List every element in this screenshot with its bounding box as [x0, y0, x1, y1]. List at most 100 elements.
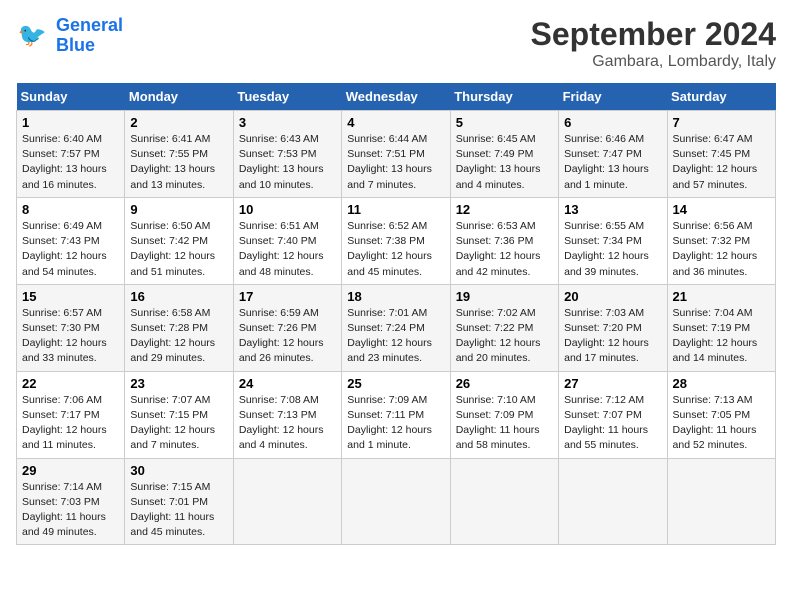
day-info: Sunrise: 6:53 AM Sunset: 7:36 PM Dayligh…: [456, 219, 553, 280]
calendar-cell: 3 Sunrise: 6:43 AM Sunset: 7:53 PM Daylig…: [233, 111, 341, 198]
day-number: 10: [239, 202, 336, 217]
weekday-header-monday: Monday: [125, 83, 233, 111]
day-number: 2: [130, 115, 227, 130]
calendar-cell: [342, 458, 450, 545]
calendar-cell: 22 Sunrise: 7:06 AM Sunset: 7:17 PM Dayli…: [17, 371, 125, 458]
calendar-cell: [667, 458, 775, 545]
calendar-cell: 23 Sunrise: 7:07 AM Sunset: 7:15 PM Dayli…: [125, 371, 233, 458]
calendar-cell: 6 Sunrise: 6:46 AM Sunset: 7:47 PM Daylig…: [559, 111, 667, 198]
weekday-header-wednesday: Wednesday: [342, 83, 450, 111]
day-info: Sunrise: 7:14 AM Sunset: 7:03 PM Dayligh…: [22, 480, 119, 541]
day-info: Sunrise: 7:03 AM Sunset: 7:20 PM Dayligh…: [564, 306, 661, 367]
day-number: 17: [239, 289, 336, 304]
day-info: Sunrise: 7:15 AM Sunset: 7:01 PM Dayligh…: [130, 480, 227, 541]
day-info: Sunrise: 7:06 AM Sunset: 7:17 PM Dayligh…: [22, 393, 119, 454]
day-number: 22: [22, 376, 119, 391]
day-number: 15: [22, 289, 119, 304]
day-info: Sunrise: 6:55 AM Sunset: 7:34 PM Dayligh…: [564, 219, 661, 280]
day-number: 7: [673, 115, 770, 130]
day-number: 4: [347, 115, 444, 130]
day-number: 5: [456, 115, 553, 130]
day-number: 30: [130, 463, 227, 478]
calendar-cell: 18Sunrise: 7:01 AM Sunset: 7:24 PM Dayli…: [342, 284, 450, 371]
day-info: Sunrise: 7:09 AM Sunset: 7:11 PM Dayligh…: [347, 393, 444, 454]
svg-text:🐦: 🐦: [18, 22, 47, 48]
day-number: 1: [22, 115, 119, 130]
logo: 🐦 General Blue: [16, 16, 123, 56]
calendar-cell: 26 Sunrise: 7:10 AM Sunset: 7:09 PM Dayli…: [450, 371, 558, 458]
calendar-cell: 4 Sunrise: 6:44 AM Sunset: 7:51 PM Daylig…: [342, 111, 450, 198]
day-info: Sunrise: 6:40 AM Sunset: 7:57 PM Dayligh…: [22, 132, 119, 193]
day-info: Sunrise: 6:45 AM Sunset: 7:49 PM Dayligh…: [456, 132, 553, 193]
day-number: 14: [673, 202, 770, 217]
weekday-header-sunday: Sunday: [17, 83, 125, 111]
day-info: Sunrise: 6:47 AM Sunset: 7:45 PM Dayligh…: [673, 132, 770, 193]
calendar-cell: 10Sunrise: 6:51 AM Sunset: 7:40 PM Dayli…: [233, 197, 341, 284]
day-info: Sunrise: 6:52 AM Sunset: 7:38 PM Dayligh…: [347, 219, 444, 280]
logo-line2: Blue: [56, 35, 95, 55]
calendar-body: 1 Sunrise: 6:40 AM Sunset: 7:57 PM Daylig…: [17, 111, 776, 545]
day-number: 3: [239, 115, 336, 130]
day-number: 29: [22, 463, 119, 478]
calendar-cell: 11Sunrise: 6:52 AM Sunset: 7:38 PM Dayli…: [342, 197, 450, 284]
day-number: 16: [130, 289, 227, 304]
day-number: 8: [22, 202, 119, 217]
calendar-cell: 1 Sunrise: 6:40 AM Sunset: 7:57 PM Daylig…: [17, 111, 125, 198]
day-info: Sunrise: 6:50 AM Sunset: 7:42 PM Dayligh…: [130, 219, 227, 280]
calendar-cell: 25 Sunrise: 7:09 AM Sunset: 7:11 PM Dayli…: [342, 371, 450, 458]
day-info: Sunrise: 7:07 AM Sunset: 7:15 PM Dayligh…: [130, 393, 227, 454]
logo-line1: General: [56, 15, 123, 35]
day-info: Sunrise: 6:59 AM Sunset: 7:26 PM Dayligh…: [239, 306, 336, 367]
day-number: 19: [456, 289, 553, 304]
calendar-cell: 29 Sunrise: 7:14 AM Sunset: 7:03 PM Dayli…: [17, 458, 125, 545]
calendar-cell: 21Sunrise: 7:04 AM Sunset: 7:19 PM Dayli…: [667, 284, 775, 371]
week-row-4: 22 Sunrise: 7:06 AM Sunset: 7:17 PM Dayli…: [17, 371, 776, 458]
week-row-3: 15Sunrise: 6:57 AM Sunset: 7:30 PM Dayli…: [17, 284, 776, 371]
weekday-header-friday: Friday: [559, 83, 667, 111]
day-info: Sunrise: 7:13 AM Sunset: 7:05 PM Dayligh…: [673, 393, 770, 454]
header: 🐦 General Blue September 2024 Gambara, L…: [16, 16, 776, 71]
calendar-cell: 2 Sunrise: 6:41 AM Sunset: 7:55 PM Daylig…: [125, 111, 233, 198]
day-info: Sunrise: 7:04 AM Sunset: 7:19 PM Dayligh…: [673, 306, 770, 367]
day-number: 12: [456, 202, 553, 217]
calendar-cell: 15Sunrise: 6:57 AM Sunset: 7:30 PM Dayli…: [17, 284, 125, 371]
day-number: 18: [347, 289, 444, 304]
calendar-cell: 28 Sunrise: 7:13 AM Sunset: 7:05 PM Dayli…: [667, 371, 775, 458]
calendar-cell: [450, 458, 558, 545]
logo-icon: 🐦: [16, 18, 52, 54]
day-info: Sunrise: 6:46 AM Sunset: 7:47 PM Dayligh…: [564, 132, 661, 193]
day-number: 25: [347, 376, 444, 391]
day-number: 20: [564, 289, 661, 304]
day-info: Sunrise: 6:44 AM Sunset: 7:51 PM Dayligh…: [347, 132, 444, 193]
calendar-cell: 5 Sunrise: 6:45 AM Sunset: 7:49 PM Daylig…: [450, 111, 558, 198]
calendar-cell: 27Sunrise: 7:12 AM Sunset: 7:07 PM Dayli…: [559, 371, 667, 458]
day-info: Sunrise: 7:02 AM Sunset: 7:22 PM Dayligh…: [456, 306, 553, 367]
day-number: 27: [564, 376, 661, 391]
main-title: September 2024: [531, 16, 776, 53]
calendar-cell: 7 Sunrise: 6:47 AM Sunset: 7:45 PM Daylig…: [667, 111, 775, 198]
day-number: 23: [130, 376, 227, 391]
calendar-cell: 8 Sunrise: 6:49 AM Sunset: 7:43 PM Daylig…: [17, 197, 125, 284]
week-row-5: 29 Sunrise: 7:14 AM Sunset: 7:03 PM Dayli…: [17, 458, 776, 545]
week-row-2: 8 Sunrise: 6:49 AM Sunset: 7:43 PM Daylig…: [17, 197, 776, 284]
day-info: Sunrise: 6:43 AM Sunset: 7:53 PM Dayligh…: [239, 132, 336, 193]
day-number: 6: [564, 115, 661, 130]
weekday-header-saturday: Saturday: [667, 83, 775, 111]
week-row-1: 1 Sunrise: 6:40 AM Sunset: 7:57 PM Daylig…: [17, 111, 776, 198]
calendar-cell: [233, 458, 341, 545]
day-info: Sunrise: 6:49 AM Sunset: 7:43 PM Dayligh…: [22, 219, 119, 280]
calendar-cell: 16Sunrise: 6:58 AM Sunset: 7:28 PM Dayli…: [125, 284, 233, 371]
calendar-cell: 9Sunrise: 6:50 AM Sunset: 7:42 PM Daylig…: [125, 197, 233, 284]
calendar-cell: 24Sunrise: 7:08 AM Sunset: 7:13 PM Dayli…: [233, 371, 341, 458]
day-number: 26: [456, 376, 553, 391]
weekday-header-row: SundayMondayTuesdayWednesdayThursdayFrid…: [17, 83, 776, 111]
calendar-table: SundayMondayTuesdayWednesdayThursdayFrid…: [16, 83, 776, 545]
day-info: Sunrise: 6:41 AM Sunset: 7:55 PM Dayligh…: [130, 132, 227, 193]
day-info: Sunrise: 6:56 AM Sunset: 7:32 PM Dayligh…: [673, 219, 770, 280]
day-info: Sunrise: 7:08 AM Sunset: 7:13 PM Dayligh…: [239, 393, 336, 454]
day-number: 28: [673, 376, 770, 391]
calendar-cell: [559, 458, 667, 545]
day-info: Sunrise: 7:10 AM Sunset: 7:09 PM Dayligh…: [456, 393, 553, 454]
weekday-header-tuesday: Tuesday: [233, 83, 341, 111]
day-number: 13: [564, 202, 661, 217]
